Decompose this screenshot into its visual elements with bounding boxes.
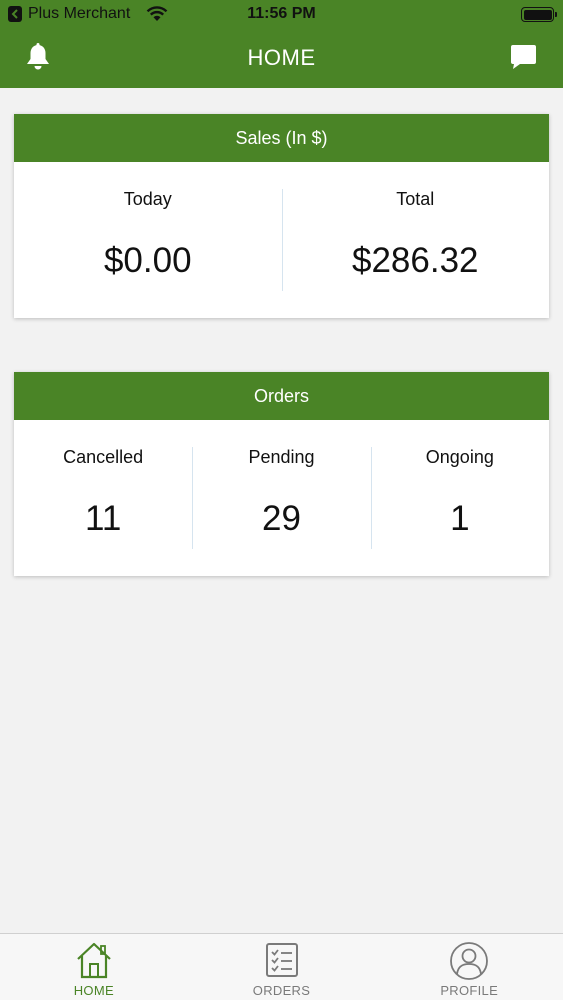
orders-cancelled-value: 11 xyxy=(84,499,122,538)
orders-card: Orders Cancelled 11 Pending 29 Ongoing 1 xyxy=(14,372,549,576)
orders-pending-value: 29 xyxy=(262,499,301,538)
orders-ongoing-value: 1 xyxy=(450,499,470,538)
sales-total-label: Total xyxy=(396,189,435,209)
sales-card-title: Sales (In $) xyxy=(14,114,549,162)
chat-icon[interactable] xyxy=(510,44,537,70)
sales-today-label: Today xyxy=(123,189,172,209)
tab-orders-label: ORDERS xyxy=(252,983,311,998)
tab-bar: HOME ORDERS PROFILE xyxy=(0,933,563,1000)
tab-profile[interactable]: PROFILE xyxy=(375,934,563,1000)
top-bar: Plus Merchant 11:56 PM HOME xyxy=(0,0,563,88)
checklist-icon xyxy=(265,943,298,977)
page-title: HOME xyxy=(247,45,316,70)
tab-home[interactable]: HOME xyxy=(0,934,188,1000)
orders-pending[interactable]: Pending 29 xyxy=(192,420,370,576)
sales-today-value: $0.00 xyxy=(103,241,192,280)
sales-today: Today $0.00 xyxy=(14,162,282,318)
orders-cancelled-label: Cancelled xyxy=(63,447,144,467)
orders-ongoing-label: Ongoing xyxy=(425,447,494,467)
status-time: 11:56 PM xyxy=(247,5,316,22)
profile-icon xyxy=(450,942,489,980)
sales-total: Total $286.32 xyxy=(281,162,550,318)
orders-ongoing[interactable]: Ongoing 1 xyxy=(370,420,549,576)
orders-card-title: Orders xyxy=(14,372,549,420)
tab-profile-label: PROFILE xyxy=(440,983,499,998)
sales-card: Sales (In $) Today $0.00 Total $286.32 xyxy=(14,114,549,318)
tab-orders[interactable]: ORDERS xyxy=(188,934,376,1000)
tab-home-label: HOME xyxy=(73,983,114,998)
orders-cancelled[interactable]: Cancelled 11 xyxy=(14,420,192,576)
status-bar: Plus Merchant 11:56 PM xyxy=(0,0,563,30)
orders-pending-label: Pending xyxy=(248,447,315,467)
sales-total-value: $286.32 xyxy=(351,241,479,280)
home-icon xyxy=(77,942,111,979)
battery-icon xyxy=(521,7,557,22)
